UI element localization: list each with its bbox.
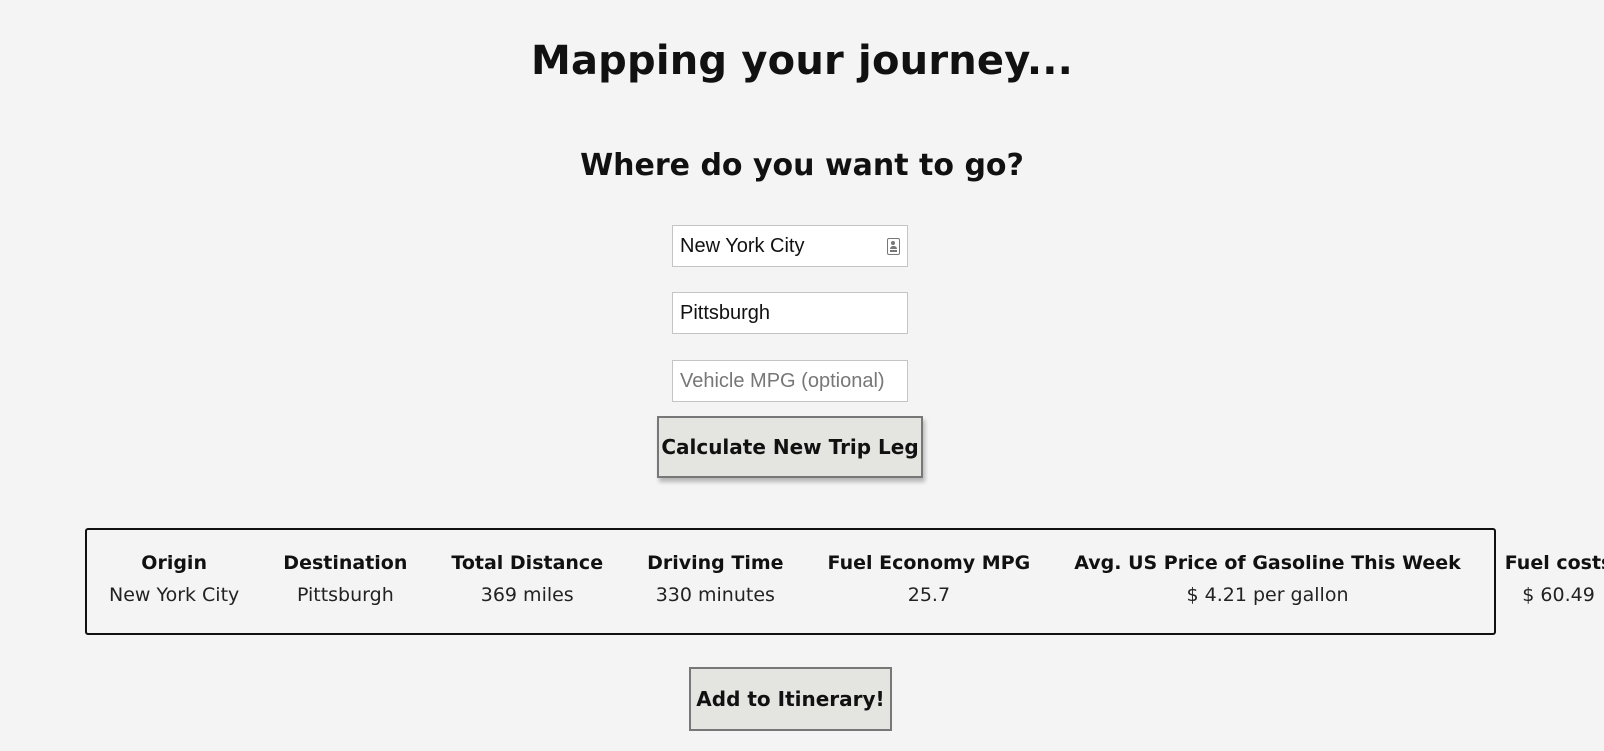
page: Mapping your journey... Where do you wan…	[0, 0, 1604, 751]
origin-input[interactable]	[673, 226, 907, 266]
cell-origin: New York City	[109, 584, 240, 606]
page-title: Mapping your journey...	[530, 38, 1074, 84]
cell-fuel-costs: $ 60.49	[1522, 584, 1595, 606]
header-origin: Origin	[141, 552, 207, 574]
header-fuel-economy: Fuel Economy MPG	[827, 552, 1031, 574]
cell-fuel-economy: 25.7	[907, 584, 951, 606]
cell-driving-time: 330 minutes	[655, 584, 775, 606]
cell-destination: Pittsburgh	[296, 584, 394, 606]
results-header-row: Origin Destination Total Distance Drivin…	[105, 550, 1604, 580]
header-fuel-costs: Fuel costs	[1504, 552, 1604, 574]
contact-card-icon[interactable]	[887, 238, 900, 255]
cell-total-distance: 369 miles	[480, 584, 574, 606]
calculate-trip-leg-button[interactable]: Calculate New Trip Leg	[657, 416, 923, 478]
header-gas-price: Avg. US Price of Gasoline This Week	[1074, 552, 1461, 574]
table-row: New York City Pittsburgh 369 miles 330 m…	[105, 580, 1604, 606]
header-destination: Destination	[283, 552, 408, 574]
results-table: Origin Destination Total Distance Drivin…	[105, 550, 1604, 606]
destination-field	[672, 292, 908, 334]
header-total-distance: Total Distance	[451, 552, 604, 574]
origin-field	[672, 225, 908, 267]
results-panel: Origin Destination Total Distance Drivin…	[85, 528, 1604, 635]
add-to-itinerary-button[interactable]: Add to Itinerary!	[689, 667, 892, 731]
destination-input[interactable]	[673, 293, 907, 333]
header-driving-time: Driving Time	[647, 552, 784, 574]
contact-card-icon-head	[891, 241, 895, 245]
contact-card-icon-body	[889, 246, 897, 249]
cell-gas-price: $ 4.21 per gallon	[1186, 584, 1349, 606]
page-subtitle: Where do you want to go?	[580, 148, 1024, 183]
contact-card-icon-line	[889, 250, 897, 252]
mpg-input[interactable]	[673, 361, 907, 401]
mpg-field	[672, 360, 908, 402]
